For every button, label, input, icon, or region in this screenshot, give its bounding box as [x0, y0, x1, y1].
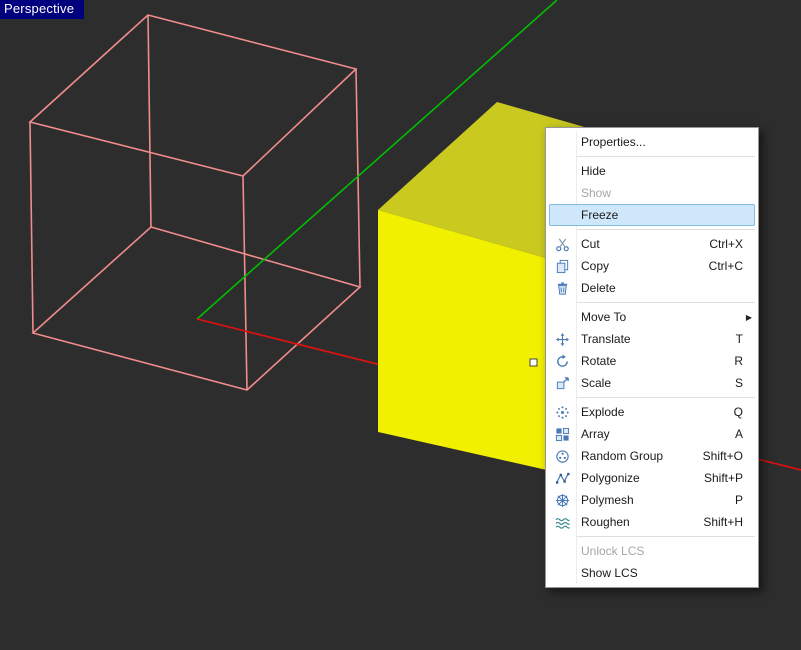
menu-item-roughen[interactable]: RoughenShift+H	[547, 511, 757, 533]
menu-separator	[577, 156, 755, 157]
menu-item-scale[interactable]: ScaleS	[547, 372, 757, 394]
menu-item-label: Show	[577, 186, 757, 200]
polymesh-icon	[547, 493, 577, 508]
array-icon	[547, 427, 577, 442]
menu-item-label: Hide	[577, 164, 757, 178]
menu-item-label: Rotate	[577, 354, 734, 368]
menu-item-label: Show LCS	[577, 566, 757, 580]
menu-item-shortcut: Ctrl+X	[709, 237, 757, 251]
menu-separator	[577, 302, 755, 303]
menu-item-shortcut: S	[735, 376, 757, 390]
context-menu: Properties...HideShowFreezeCutCtrl+XCopy…	[545, 127, 759, 588]
menu-item-show-lcs[interactable]: Show LCS	[547, 562, 757, 584]
polygonize-icon	[547, 471, 577, 486]
menu-item-label: Freeze	[577, 208, 754, 222]
menu-item-shortcut: R	[734, 354, 757, 368]
menu-item-rotate[interactable]: RotateR	[547, 350, 757, 372]
menu-item-shortcut: P	[735, 493, 757, 507]
menu-item-copy[interactable]: CopyCtrl+C	[547, 255, 757, 277]
menu-item-label: Polygonize	[577, 471, 704, 485]
menu-separator	[577, 536, 755, 537]
trash-icon	[547, 281, 577, 296]
menu-item-polymesh[interactable]: PolymeshP	[547, 489, 757, 511]
menu-item-array[interactable]: ArrayA	[547, 423, 757, 445]
3d-viewport-window: Perspective Properties... Hide Show Freeze C…	[0, 0, 801, 650]
context-menu-items: Properties...HideShowFreezeCutCtrl+XCopy…	[547, 131, 757, 584]
menu-item-label: Random Group	[577, 449, 703, 463]
menu-item-cut[interactable]: CutCtrl+X	[547, 233, 757, 255]
menu-item-shortcut: Shift+H	[703, 515, 757, 529]
menu-item-properties[interactable]: Properties...	[547, 131, 757, 153]
scale-icon	[547, 376, 577, 391]
menu-item-unlock-lcs: Unlock LCS	[547, 540, 757, 562]
menu-item-translate[interactable]: TranslateT	[547, 328, 757, 350]
rotate-icon	[547, 354, 577, 369]
viewport-label-perspective[interactable]: Perspective	[0, 0, 84, 19]
menu-item-move-to[interactable]: Move To▶	[547, 306, 757, 328]
selection-handle[interactable]	[530, 359, 537, 366]
menu-item-shortcut: Shift+O	[703, 449, 757, 463]
wireframe-cube[interactable]	[30, 15, 360, 390]
copy-icon	[547, 259, 577, 274]
menu-item-shortcut: Shift+P	[704, 471, 757, 485]
menu-item-label: Roughen	[577, 515, 703, 529]
menu-item-label: Move To	[577, 310, 757, 324]
menu-item-shortcut: T	[736, 332, 757, 346]
menu-item-label: Unlock LCS	[577, 544, 757, 558]
menu-item-label: Properties...	[577, 135, 757, 149]
menu-item-label: Delete	[577, 281, 757, 295]
menu-item-label: Explode	[577, 405, 734, 419]
menu-item-label: Scale	[577, 376, 735, 390]
menu-item-label: Polymesh	[577, 493, 735, 507]
menu-item-show: Show	[547, 182, 757, 204]
menu-item-label: Cut	[577, 237, 709, 251]
menu-item-shortcut: Ctrl+C	[709, 259, 757, 273]
menu-item-delete[interactable]: Delete	[547, 277, 757, 299]
menu-item-hide[interactable]: Hide	[547, 160, 757, 182]
menu-item-label: Array	[577, 427, 735, 441]
random-group-icon	[547, 449, 577, 464]
menu-separator	[577, 397, 755, 398]
translate-icon	[547, 332, 577, 347]
menu-item-label: Translate	[577, 332, 736, 346]
explode-icon	[547, 405, 577, 420]
menu-item-explode[interactable]: ExplodeQ	[547, 401, 757, 423]
submenu-arrow-icon: ▶	[746, 313, 752, 322]
scissors-icon	[547, 237, 577, 252]
menu-item-polygonize[interactable]: PolygonizeShift+P	[547, 467, 757, 489]
menu-item-shortcut: A	[735, 427, 757, 441]
menu-item-label: Copy	[577, 259, 709, 273]
menu-item-shortcut: Q	[734, 405, 757, 419]
menu-item-random-group[interactable]: Random GroupShift+O	[547, 445, 757, 467]
menu-item-freeze[interactable]: Freeze	[549, 204, 755, 226]
roughen-icon	[547, 515, 577, 530]
menu-separator	[577, 229, 755, 230]
